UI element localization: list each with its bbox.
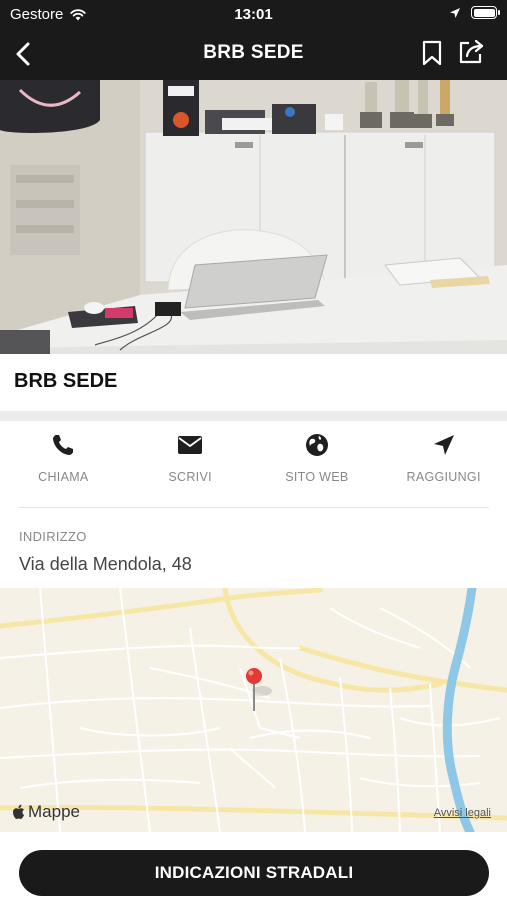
reach-label: RAGGIUNGI xyxy=(406,470,481,484)
location-arrow-icon xyxy=(450,7,460,18)
call-button[interactable]: CHIAMA xyxy=(0,432,127,496)
navigation-arrow-icon xyxy=(433,435,454,455)
status-bar: Gestore 13:01 xyxy=(0,0,507,28)
section-divider xyxy=(0,411,507,421)
apple-logo-icon xyxy=(13,804,25,819)
place-photo xyxy=(0,80,507,354)
navigation-bar: BRB SEDE xyxy=(0,28,507,80)
call-label: CHIAMA xyxy=(38,470,89,484)
location-pin-head xyxy=(246,668,262,684)
phone-icon xyxy=(53,435,74,455)
action-row: CHIAMA SCRIVI SITO WEB RAGGIUNGI xyxy=(0,432,507,496)
directions-button-label: INDICAZIONI STRADALI xyxy=(154,863,354,882)
website-label: SITO WEB xyxy=(285,470,349,484)
write-button[interactable]: SCRIVI xyxy=(127,432,254,496)
top-bar: Gestore 13:01 BRB SEDE xyxy=(0,0,507,80)
battery-icon xyxy=(471,6,500,19)
reach-button[interactable]: RAGGIUNGI xyxy=(380,432,507,496)
globe-icon xyxy=(305,434,328,456)
write-label: SCRIVI xyxy=(168,470,212,484)
office-photo-illustration xyxy=(0,80,507,354)
status-time: 13:01 xyxy=(234,6,273,23)
map-brand: Mappe xyxy=(12,802,80,822)
map-illustration xyxy=(0,588,507,832)
map-brand-label: Mappe xyxy=(28,802,80,821)
status-right xyxy=(449,6,500,19)
thin-divider xyxy=(19,507,489,508)
share-external-icon[interactable] xyxy=(457,38,485,66)
place-title: BRB SEDE xyxy=(14,370,118,392)
address-label: INDIRIZZO xyxy=(19,529,87,544)
bookmark-icon[interactable] xyxy=(421,40,443,66)
directions-button[interactable]: INDICAZIONI STRADALI xyxy=(19,850,489,896)
mail-icon xyxy=(178,436,203,454)
address-value[interactable]: Via della Mendola, 48 xyxy=(19,554,192,575)
map-view[interactable] xyxy=(0,588,507,832)
website-button[interactable]: SITO WEB xyxy=(254,432,381,496)
legal-notices-link[interactable]: Avvisi legali xyxy=(434,807,491,819)
